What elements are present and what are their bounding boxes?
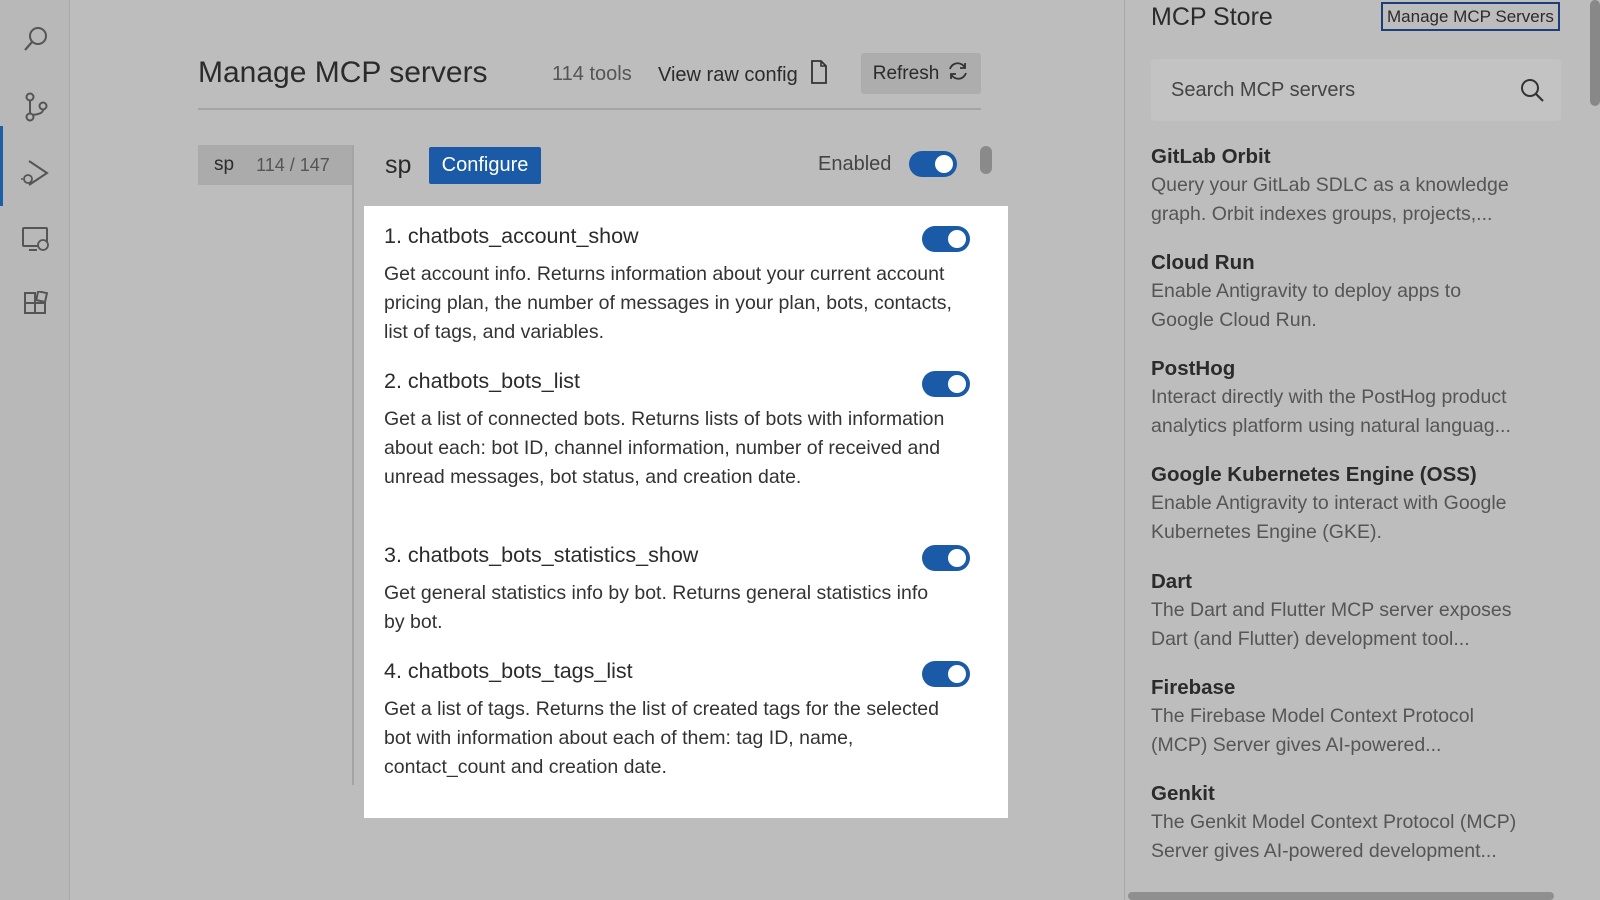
tool-description: Get account info. Returns information ab… bbox=[384, 263, 952, 343]
store-item-desc-line: Enable Antigravity to deploy apps to bbox=[1151, 280, 1462, 302]
tool-title: 1. chatbots_account_show bbox=[384, 224, 639, 248]
file-icon bbox=[810, 60, 828, 90]
tool-item: 1. chatbots_account_show Get account inf… bbox=[384, 224, 974, 347]
tool-enabled-toggle[interactable] bbox=[922, 371, 970, 397]
store-vertical-scrollbar[interactable] bbox=[1590, 0, 1600, 106]
tools-count: 114 tools bbox=[552, 63, 632, 85]
store-item-name: PostHog bbox=[1151, 357, 1236, 380]
store-item-firebase[interactable]: Firebase The Firebase Model Context Prot… bbox=[1151, 676, 1571, 760]
tool-description: Get a list of connected bots. Returns li… bbox=[384, 408, 945, 488]
search-icon[interactable] bbox=[1519, 77, 1545, 103]
tool-title: 4. chatbots_bots_tags_list bbox=[384, 659, 633, 683]
refresh-label: Refresh bbox=[872, 62, 940, 84]
server-item-count: 114 / 147 bbox=[256, 154, 330, 175]
store-item-name: Google Kubernetes Engine (OSS) bbox=[1151, 463, 1477, 486]
store-item-desc-line: The Genkit Model Context Protocol (MCP) bbox=[1151, 811, 1517, 833]
store-item-desc-line: Interact directly with the PostHog produ… bbox=[1151, 386, 1507, 408]
server-list: sp 114 / 147 bbox=[198, 145, 354, 785]
store-item-desc: The Dart and Flutter MCP server exposes D… bbox=[1151, 596, 1571, 654]
store-item-desc-line: The Dart and Flutter MCP server exposes bbox=[1151, 599, 1512, 621]
store-item-desc: Enable Antigravity to interact with Goog… bbox=[1151, 489, 1571, 547]
store-item-desc-line: (MCP) Server gives AI-powered... bbox=[1151, 734, 1442, 756]
activity-bar bbox=[0, 0, 70, 900]
page-title: Manage MCP servers bbox=[198, 56, 488, 89]
store-item-name: Firebase bbox=[1151, 676, 1236, 699]
server-enabled-toggle[interactable] bbox=[909, 151, 957, 177]
store-item-desc-line: Enable Antigravity to interact with Goog… bbox=[1151, 492, 1507, 514]
active-view-indicator bbox=[0, 126, 3, 206]
tool-description: Get a list of tags. Returns the list of … bbox=[384, 698, 939, 778]
extensions-icon[interactable] bbox=[19, 288, 53, 322]
server-item-name: sp bbox=[214, 154, 235, 175]
tool-enabled-toggle[interactable] bbox=[922, 545, 970, 571]
store-item-desc-line: analytics platform using natural languag… bbox=[1151, 415, 1511, 437]
store-item-name: Dart bbox=[1151, 570, 1193, 593]
source-control-icon[interactable] bbox=[19, 90, 53, 124]
view-raw-config-label: View raw config bbox=[658, 63, 798, 86]
store-item-desc: The Firebase Model Context Protocol (MCP)… bbox=[1151, 702, 1571, 760]
server-name: sp bbox=[385, 151, 412, 179]
server-detail-header: sp Configure Enabled bbox=[385, 147, 975, 187]
store-item-name: Cloud Run bbox=[1151, 251, 1255, 274]
mcp-store-panel: MCP Store Manage MCP Servers GitLab Orbi… bbox=[1124, 0, 1600, 900]
refresh-icon bbox=[947, 60, 969, 88]
store-item-desc-line: Query your GitLab SDLC as a knowledge bbox=[1151, 174, 1509, 196]
tool-item: 4. chatbots_bots_tags_list Get a list of… bbox=[384, 659, 974, 782]
store-item-desc: Query your GitLab SDLC as a knowledge gra… bbox=[1151, 171, 1571, 229]
store-item-gke[interactable]: Google Kubernetes Engine (OSS) Enable An… bbox=[1151, 463, 1571, 547]
store-item-desc-line: Server gives AI-powered development... bbox=[1151, 840, 1497, 862]
remote-explorer-icon[interactable] bbox=[19, 222, 53, 256]
refresh-button[interactable]: Refresh bbox=[861, 53, 981, 94]
tool-enabled-toggle[interactable] bbox=[922, 226, 970, 252]
server-list-item-sp[interactable]: sp 114 / 147 bbox=[198, 145, 352, 185]
tool-description: Get general statistics info by bot. Retu… bbox=[384, 582, 929, 633]
store-item-name: GitLab Orbit bbox=[1151, 145, 1271, 168]
run-debug-icon[interactable] bbox=[19, 156, 53, 190]
store-item-name: Genkit bbox=[1151, 782, 1215, 805]
tool-title: 3. chatbots_bots_statistics_show bbox=[384, 543, 699, 567]
store-horizontal-scrollbar[interactable] bbox=[1128, 892, 1554, 900]
store-search-input[interactable] bbox=[1171, 78, 1501, 102]
tool-enabled-toggle[interactable] bbox=[922, 661, 970, 687]
tool-item: 2. chatbots_bots_list Get a list of conn… bbox=[384, 369, 974, 492]
search-icon[interactable] bbox=[19, 22, 53, 56]
tools-scrollbar[interactable] bbox=[980, 146, 992, 174]
store-title: MCP Store bbox=[1151, 3, 1273, 31]
store-item-desc-line: Dart (and Flutter) development tool... bbox=[1151, 628, 1470, 650]
store-item-gitlab-orbit[interactable]: GitLab Orbit Query your GitLab SDLC as a… bbox=[1151, 145, 1571, 229]
store-item-desc-line: Kubernetes Engine (GKE). bbox=[1151, 521, 1382, 543]
store-item-desc: Interact directly with the PostHog produ… bbox=[1151, 383, 1571, 441]
store-item-desc-line: graph. Orbit indexes groups, projects,..… bbox=[1151, 203, 1493, 225]
store-item-genkit[interactable]: Genkit The Genkit Model Context Protocol… bbox=[1151, 782, 1571, 866]
tools-panel: 1. chatbots_account_show Get account inf… bbox=[364, 206, 1008, 818]
store-item-desc: The Genkit Model Context Protocol (MCP) S… bbox=[1151, 808, 1571, 866]
store-item-desc: Enable Antigravity to deploy apps to Goog… bbox=[1151, 277, 1571, 335]
store-item-posthog[interactable]: PostHog Interact directly with the PostH… bbox=[1151, 357, 1571, 441]
manage-mcp-servers-button[interactable]: Manage MCP Servers bbox=[1381, 2, 1560, 31]
store-item-cloud-run[interactable]: Cloud Run Enable Antigravity to deploy a… bbox=[1151, 251, 1571, 335]
store-item-dart[interactable]: Dart The Dart and Flutter MCP server exp… bbox=[1151, 570, 1571, 654]
store-item-desc-line: Google Cloud Run. bbox=[1151, 309, 1317, 331]
tool-title: 2. chatbots_bots_list bbox=[384, 369, 581, 393]
view-raw-config-link[interactable]: View raw config bbox=[658, 60, 828, 90]
enabled-label: Enabled bbox=[818, 153, 892, 175]
store-search-box bbox=[1151, 59, 1561, 121]
store-item-desc-line: The Firebase Model Context Protocol bbox=[1151, 705, 1474, 727]
tool-item: 3. chatbots_bots_statistics_show Get gen… bbox=[384, 543, 974, 637]
configure-button[interactable]: Configure bbox=[429, 147, 541, 184]
page-header: Manage MCP servers 114 tools View raw co… bbox=[198, 52, 981, 110]
